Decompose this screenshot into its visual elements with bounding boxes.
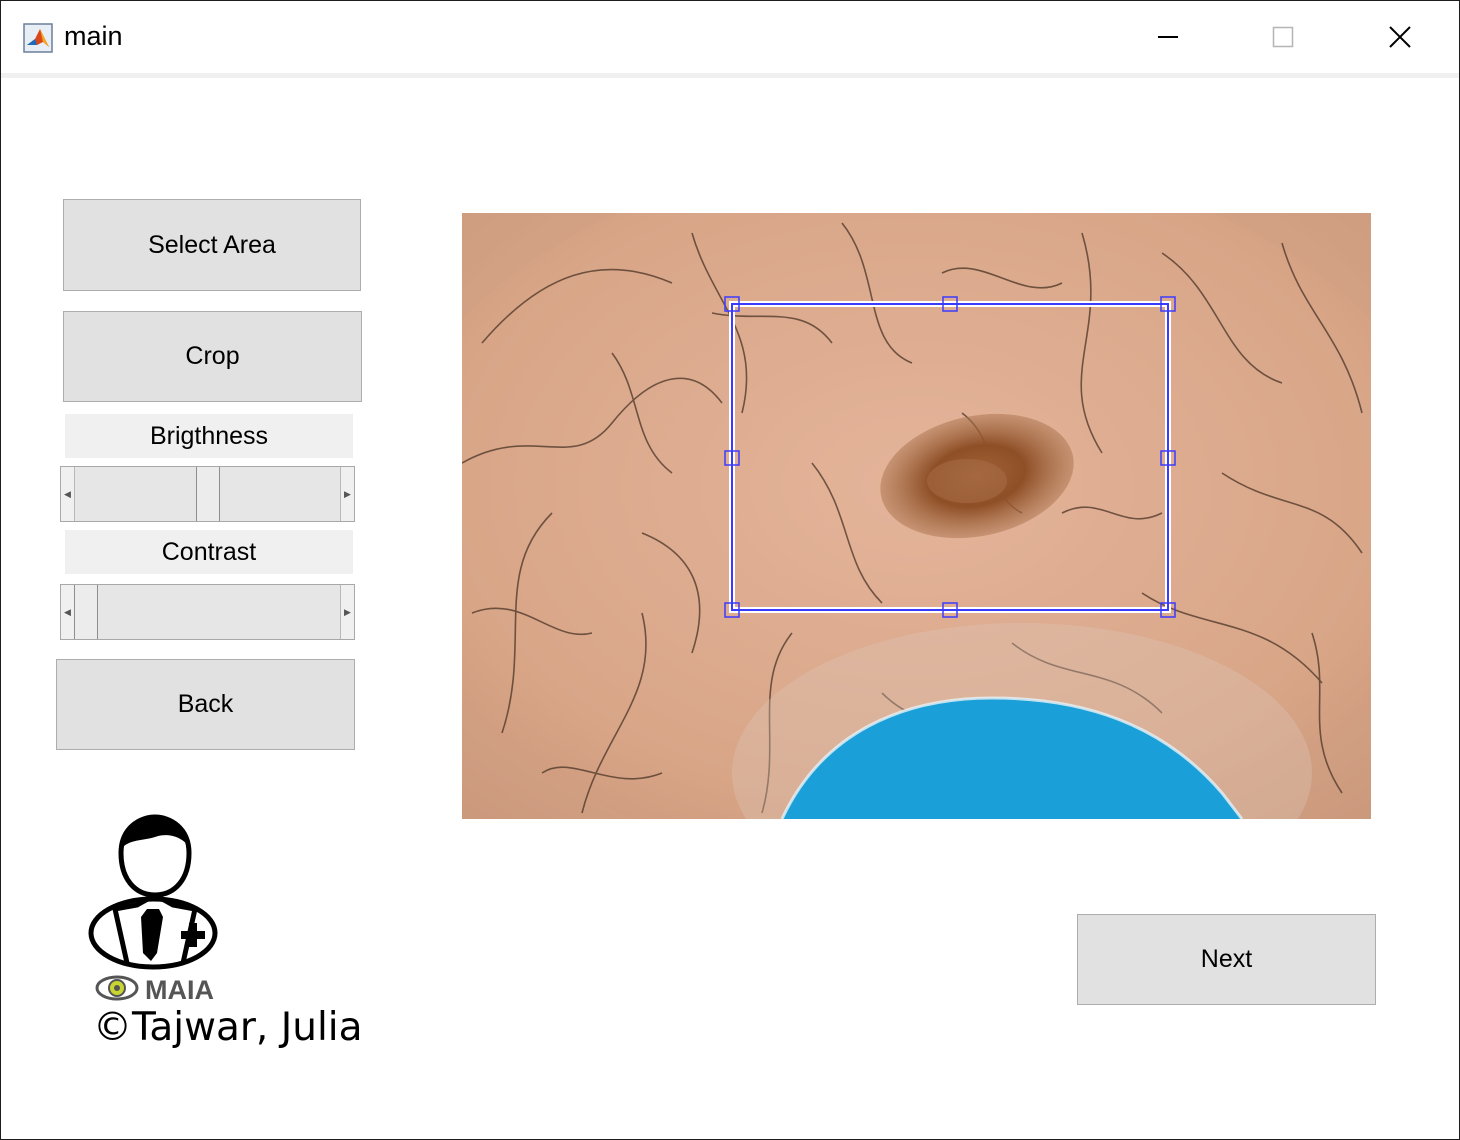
slider-right-arrow[interactable]: ▶ bbox=[340, 585, 354, 639]
slider-right-arrow[interactable]: ▶ bbox=[340, 467, 354, 521]
minimize-button[interactable] bbox=[1118, 11, 1218, 63]
close-icon bbox=[1389, 26, 1411, 48]
dermoscopy-image bbox=[462, 213, 1371, 819]
brightness-label: Brigthness bbox=[65, 414, 353, 458]
close-button[interactable] bbox=[1350, 11, 1450, 63]
image-axes[interactable] bbox=[462, 213, 1371, 819]
maia-brand-text: MAIA bbox=[145, 975, 214, 1005]
title-separator bbox=[1, 73, 1459, 78]
next-button[interactable]: Next bbox=[1077, 914, 1376, 1005]
minimize-icon bbox=[1158, 36, 1178, 38]
contrast-slider[interactable]: ◀ ▶ bbox=[60, 584, 355, 640]
slider-left-arrow[interactable]: ◀ bbox=[61, 467, 75, 521]
window-title: main bbox=[64, 21, 123, 51]
crop-button[interactable]: Crop bbox=[63, 311, 362, 402]
slider-left-arrow[interactable]: ◀ bbox=[61, 585, 75, 639]
back-button[interactable]: Back bbox=[56, 659, 355, 750]
contrast-label: Contrast bbox=[65, 530, 353, 574]
contrast-slider-thumb[interactable] bbox=[74, 585, 98, 639]
matlab-icon bbox=[23, 23, 53, 53]
title-bar[interactable]: main bbox=[1, 1, 1459, 73]
credit-text: ©Tajwar, Julia bbox=[93, 1005, 363, 1050]
maximize-icon bbox=[1272, 26, 1294, 48]
brightness-slider-thumb[interactable] bbox=[195, 467, 220, 521]
select-area-button[interactable]: Select Area bbox=[63, 199, 361, 291]
maximize-button[interactable] bbox=[1233, 11, 1333, 63]
app-window: main Select Area Crop Brigthness ◀ ▶ Con… bbox=[0, 0, 1460, 1140]
doctor-logo-icon: MAIA bbox=[88, 814, 218, 1005]
brightness-slider[interactable]: ◀ ▶ bbox=[60, 466, 355, 522]
maia-logo-icon: MAIA bbox=[95, 975, 214, 1005]
